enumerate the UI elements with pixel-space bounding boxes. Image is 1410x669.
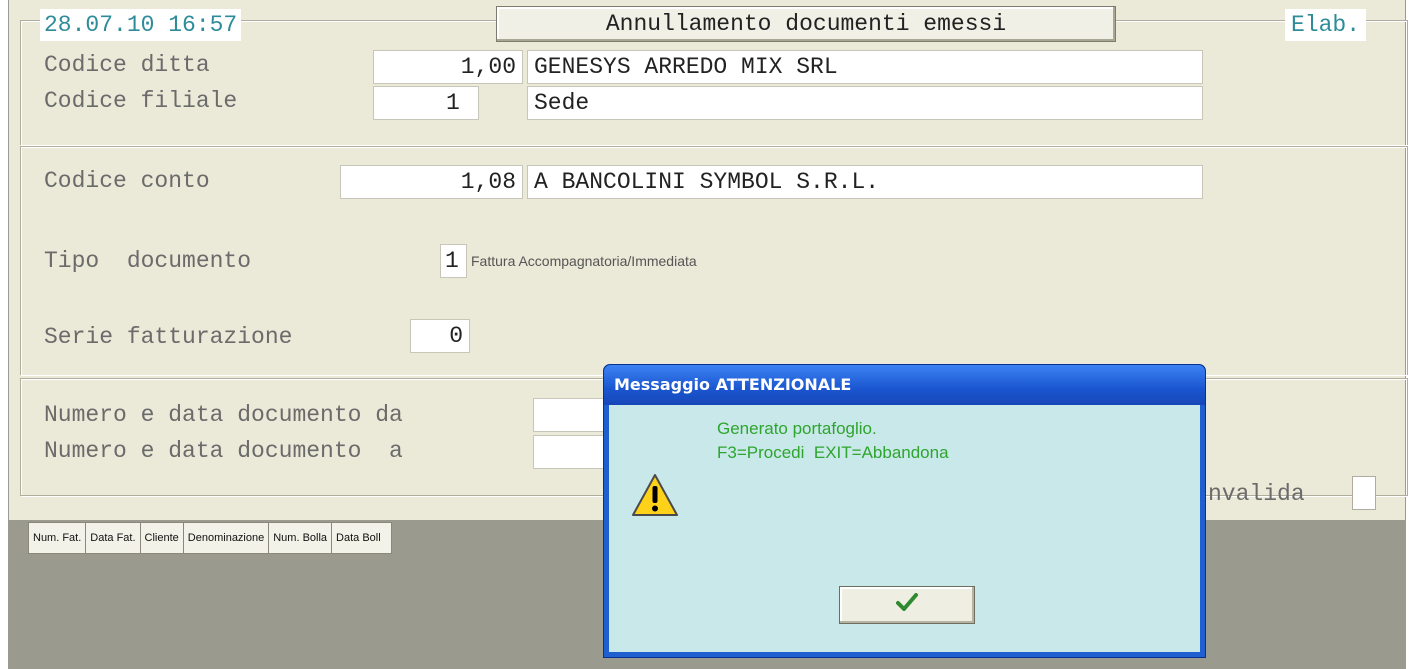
title-button[interactable]: Annullamento documenti emessi bbox=[496, 6, 1116, 42]
grid-header: Num. Fat. Data Fat. Cliente Denominazion… bbox=[28, 522, 393, 554]
codice-filiale-label: Codice filiale bbox=[44, 88, 238, 114]
col-cliente[interactable]: Cliente bbox=[140, 522, 184, 554]
ditta-name-field: GENESYS ARREDO MIX SRL bbox=[527, 50, 1203, 84]
tipo-documento-field[interactable]: 1 bbox=[440, 244, 467, 278]
numero-da-label: Numero e data documento da bbox=[44, 402, 403, 428]
datetime-display: 28.07.10 16:57 bbox=[40, 9, 242, 41]
col-data-fat[interactable]: Data Fat. bbox=[86, 522, 141, 554]
attention-dialog: Messaggio ATTENZIONALE Generato portafog… bbox=[603, 364, 1206, 658]
col-denominazione[interactable]: Denominazione bbox=[183, 522, 270, 554]
numero-da-field[interactable] bbox=[533, 398, 613, 432]
ok-button[interactable] bbox=[839, 586, 975, 624]
col-data-bolla[interactable]: Data Boll bbox=[332, 522, 393, 554]
dialog-message-line2: F3=Procedi EXIT=Abbandona bbox=[717, 443, 949, 462]
filiale-name-field: Sede bbox=[527, 86, 1203, 120]
elab-status: Elab. bbox=[1285, 9, 1367, 41]
serie-fatturazione-label: Serie fatturazione bbox=[44, 324, 293, 350]
codice-ditta-field[interactable]: 1,00 bbox=[373, 50, 523, 84]
invalida-label: nvalida bbox=[1208, 481, 1305, 507]
codice-conto-label: Codice conto bbox=[44, 168, 210, 194]
dialog-body: Generato portafoglio. F3=Procedi EXIT=Ab… bbox=[609, 405, 1200, 652]
col-num-bolla[interactable]: Num. Bolla bbox=[269, 522, 333, 554]
numero-a-field[interactable] bbox=[533, 435, 613, 469]
serie-fatturazione-field[interactable]: 0 bbox=[410, 319, 470, 353]
tipo-documento-label: Tipo documento bbox=[44, 248, 252, 274]
col-num-fat[interactable]: Num. Fat. bbox=[28, 522, 87, 554]
tipo-documento-description: Fattura Accompagnatoria/Immediata bbox=[471, 253, 697, 269]
codice-filiale-field[interactable]: 1 bbox=[373, 86, 479, 120]
invalida-checkbox[interactable] bbox=[1352, 476, 1376, 510]
checkmark-icon bbox=[896, 592, 918, 618]
codice-conto-field[interactable]: 1,08 bbox=[340, 165, 523, 199]
warning-icon bbox=[631, 473, 679, 517]
codice-ditta-label: Codice ditta bbox=[44, 52, 210, 78]
dialog-title[interactable]: Messaggio ATTENZIONALE bbox=[604, 365, 1205, 405]
numero-a-label: Numero e data documento a bbox=[44, 438, 403, 464]
dialog-message-line1: Generato portafoglio. bbox=[717, 419, 877, 438]
conto-name-field: A BANCOLINI SYMBOL S.R.L. bbox=[527, 165, 1203, 199]
